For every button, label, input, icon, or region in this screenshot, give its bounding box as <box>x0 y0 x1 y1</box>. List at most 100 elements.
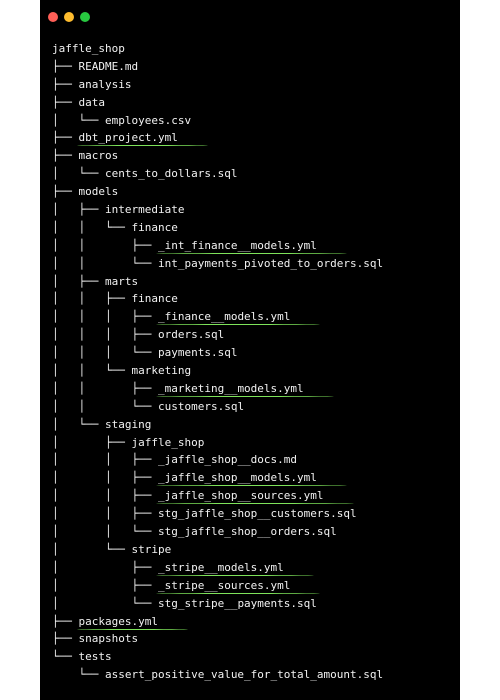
tree-branch-prefix: │ └── <box>52 167 105 181</box>
tree-line: │ │ ├── finance <box>52 290 452 308</box>
tree-entry-name[interactable]: stg_jaffle_shop__orders.sql <box>158 525 337 538</box>
highlight-underline <box>155 485 347 487</box>
tree-line: ├── packages.yml <box>52 613 452 631</box>
tree-line: ├── data <box>52 94 452 112</box>
tree-branch-prefix: │ └── <box>52 113 105 127</box>
tree-entry-name[interactable]: _stripe__sources.yml <box>155 579 321 594</box>
tree-entry-name[interactable]: orders.sql <box>158 328 224 341</box>
tree-line: │ ├── _stripe__sources.yml <box>52 577 452 595</box>
tree-branch-prefix: ├── <box>52 632 79 646</box>
tree-entry-name[interactable]: assert_positive_value_for_total_amount.s… <box>105 668 383 681</box>
tree-entry-name[interactable]: customers.sql <box>158 400 244 413</box>
tree-entry-name[interactable]: int_payments_pivoted_to_orders.sql <box>158 257 383 270</box>
tree-line: │ │ └── finance <box>52 219 452 237</box>
tree-entry-name[interactable]: stripe <box>131 543 171 556</box>
tree-line: │ │ └── int_payments_pivoted_to_orders.s… <box>52 255 452 273</box>
tree-entry-name[interactable]: packages.yml <box>76 615 188 630</box>
tree-branch-prefix: │ │ │ ├── <box>52 310 158 324</box>
tree-branch-prefix: │ │ │ ├── <box>52 328 158 342</box>
tree-line: ├── README.md <box>52 58 452 76</box>
tree-branch-prefix: ├── <box>52 131 79 145</box>
tree-line: │ └── employees.csv <box>52 112 452 130</box>
close-window-button[interactable] <box>48 12 58 22</box>
tree-branch-prefix: │ │ └── <box>52 220 132 234</box>
tree-branch-prefix: │ ├── <box>52 578 158 592</box>
tree-branch-prefix: │ ├── <box>52 203 105 217</box>
tree-branch-prefix: │ │ ├── <box>52 471 158 485</box>
tree-line: │ └── staging <box>52 416 452 434</box>
tree-entry-name[interactable]: stg_stripe__payments.sql <box>158 597 317 610</box>
tree-line: │ ├── marts <box>52 273 452 291</box>
tree-line: │ └── cents_to_dollars.sql <box>52 165 452 183</box>
tree-entry-name[interactable]: finance <box>131 221 177 234</box>
tree-entry-name[interactable]: intermediate <box>105 203 184 216</box>
tree-entry-name[interactable]: cents_to_dollars.sql <box>105 167 237 180</box>
tree-entry-name[interactable]: _stripe__models.yml <box>155 561 314 576</box>
tree-entry-name[interactable]: models <box>79 185 119 198</box>
tree-branch-prefix: │ │ ├── <box>52 489 158 503</box>
tree-entry-name[interactable]: payments.sql <box>158 346 237 359</box>
highlight-underline <box>155 324 321 326</box>
tree-entry-name[interactable]: marts <box>105 275 138 288</box>
tree-line: │ └── stg_stripe__payments.sql <box>52 595 452 613</box>
tree-branch-prefix: │ │ └── <box>52 256 158 270</box>
highlight-underline <box>155 592 321 594</box>
tree-entry-name[interactable]: _marketing__models.yml <box>155 382 334 397</box>
tree-entry-name[interactable]: stg_jaffle_shop__customers.sql <box>158 507 357 520</box>
tree-branch-prefix: │ └── <box>52 596 158 610</box>
tree-branch-prefix: │ │ └── <box>52 525 158 539</box>
maximize-window-button[interactable] <box>80 12 90 22</box>
terminal-window: jaffle_shop ├── README.md ├── analysis ├── … <box>40 0 460 700</box>
tree-branch-prefix: │ │ └── <box>52 399 158 413</box>
tree-branch-prefix: │ ├── <box>52 560 158 574</box>
tree-entry-name[interactable]: _int_finance__models.yml <box>155 239 347 254</box>
window-controls <box>48 12 90 22</box>
tree-entry-name[interactable]: _finance__models.yml <box>155 310 321 326</box>
tree-branch-prefix: └── <box>52 668 105 682</box>
tree-line: ├── models <box>52 183 452 201</box>
highlight-underline <box>76 145 208 147</box>
tree-entry-name[interactable]: _jaffle_shop__models.yml <box>155 471 347 487</box>
tree-branch-prefix: │ │ │ └── <box>52 346 158 360</box>
tree-line: ├── macros <box>52 147 452 165</box>
tree-entry-name[interactable]: jaffle_shop <box>131 436 204 449</box>
tree-entry-name[interactable]: finance <box>131 292 177 305</box>
tree-entry-name[interactable]: staging <box>105 418 151 431</box>
tree-line: └── tests <box>52 648 452 666</box>
tree-entry-name[interactable]: _jaffle_shop__docs.md <box>158 453 297 466</box>
tree-line: │ │ ├── _int_finance__models.yml <box>52 237 452 255</box>
tree-branch-prefix: ├── <box>52 614 79 628</box>
minimize-window-button[interactable] <box>64 12 74 22</box>
tree-line: └── assert_positive_value_for_total_amou… <box>52 666 452 684</box>
tree-entry-name[interactable]: data <box>79 96 106 109</box>
tree-line: jaffle_shop <box>52 40 452 58</box>
tree-line: │ │ └── stg_jaffle_shop__orders.sql <box>52 523 452 541</box>
tree-entry-name[interactable]: README.md <box>79 60 139 73</box>
tree-branch-prefix: │ │ ├── <box>52 292 132 306</box>
tree-branch-prefix: │ │ └── <box>52 364 132 378</box>
tree-line: │ │ │ ├── orders.sql <box>52 326 452 344</box>
tree-line: │ │ ├── _marketing__models.yml <box>52 380 452 398</box>
tree-branch-prefix: │ └── <box>52 542 132 556</box>
tree-branch-prefix: │ ├── <box>52 435 132 449</box>
tree-branch-prefix: │ └── <box>52 417 105 431</box>
tree-entry-name[interactable]: jaffle_shop <box>52 42 125 55</box>
highlight-underline <box>155 252 347 254</box>
tree-branch-prefix: │ ├── <box>52 274 105 288</box>
tree-line: │ └── stripe <box>52 541 452 559</box>
tree-branch-prefix: └── <box>52 650 79 664</box>
tree-entry-name[interactable]: analysis <box>79 78 132 91</box>
tree-entry-name[interactable]: marketing <box>131 364 191 377</box>
tree-entry-name[interactable]: dbt_project.yml <box>76 131 208 147</box>
tree-entry-name[interactable]: snapshots <box>79 632 139 645</box>
tree-entry-name[interactable]: tests <box>79 650 112 663</box>
tree-line: │ │ └── customers.sql <box>52 398 452 416</box>
tree-entry-name[interactable]: macros <box>79 149 119 162</box>
tree-line: │ │ ├── _jaffle_shop__sources.yml <box>52 487 452 505</box>
tree-branch-prefix: │ │ ├── <box>52 238 158 252</box>
tree-entry-name[interactable]: employees.csv <box>105 114 191 127</box>
tree-entry-name[interactable]: _jaffle_shop__sources.yml <box>155 489 354 505</box>
tree-branch-prefix: ├── <box>52 77 79 91</box>
tree-line: │ │ ├── stg_jaffle_shop__customers.sql <box>52 505 452 523</box>
tree-line: │ ├── intermediate <box>52 201 452 219</box>
